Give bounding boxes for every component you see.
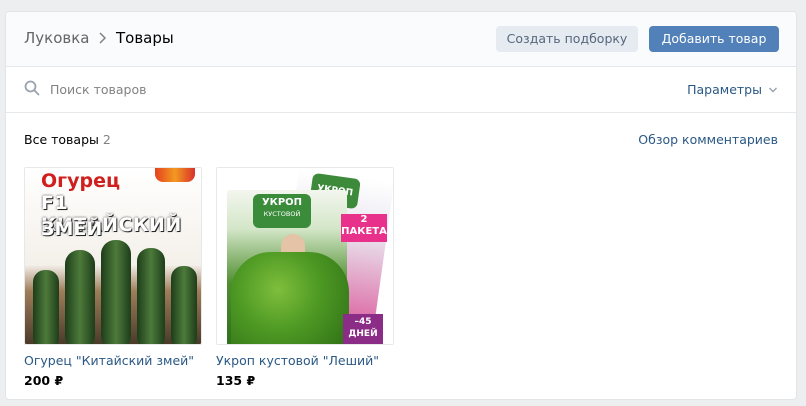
- product-image-dill[interactable]: УКРОП 2 ПАКЕТА УКРОП КУСТОВОЙ –45 ДНЕЙ: [216, 167, 394, 345]
- dill-illustration: [231, 252, 349, 344]
- product-card[interactable]: УКРОП 2 ПАКЕТА УКРОП КУСТОВОЙ –45 ДНЕЙ У…: [216, 167, 394, 388]
- market-card: Луковка Товары Создать подборку Добавить…: [5, 11, 797, 400]
- chevron-down-icon: [769, 87, 777, 92]
- product-image-cucumber[interactable]: Огурец F1 КИТАЙСКИЙ ЗМЕЙ: [24, 167, 202, 345]
- product-name[interactable]: Огурец "Китайский змей": [24, 353, 202, 368]
- products-count: 2: [102, 132, 111, 147]
- params-dropdown[interactable]: Параметры: [687, 82, 778, 97]
- params-label: Параметры: [687, 82, 762, 97]
- product-price: 200 ₽: [24, 373, 64, 388]
- breadcrumb-community[interactable]: Луковка: [24, 29, 90, 47]
- section-title-text: Все товары: [24, 132, 99, 147]
- search-bar: Параметры: [6, 67, 796, 113]
- search-icon: [24, 80, 40, 96]
- chevron-right-icon: [99, 32, 107, 44]
- create-collection-button[interactable]: Создать подборку: [496, 26, 638, 52]
- brand-logo: [155, 168, 195, 182]
- cucumbers-illustration: [33, 240, 197, 344]
- section-title: Все товары 2: [24, 132, 111, 147]
- search-input[interactable]: [50, 78, 470, 100]
- product-price: 135 ₽: [216, 373, 256, 388]
- breadcrumb-current: Товары: [116, 29, 174, 47]
- comments-overview-link[interactable]: Обзор комментариев: [638, 132, 778, 147]
- product-card[interactable]: Огурец F1 КИТАЙСКИЙ ЗМЕЙ Огурец "Китайск…: [24, 167, 202, 388]
- page-header: Луковка Товары Создать подборку Добавить…: [6, 12, 796, 67]
- add-product-button[interactable]: Добавить товар: [649, 26, 779, 52]
- product-name[interactable]: Укроп кустовой "Леший": [216, 353, 394, 368]
